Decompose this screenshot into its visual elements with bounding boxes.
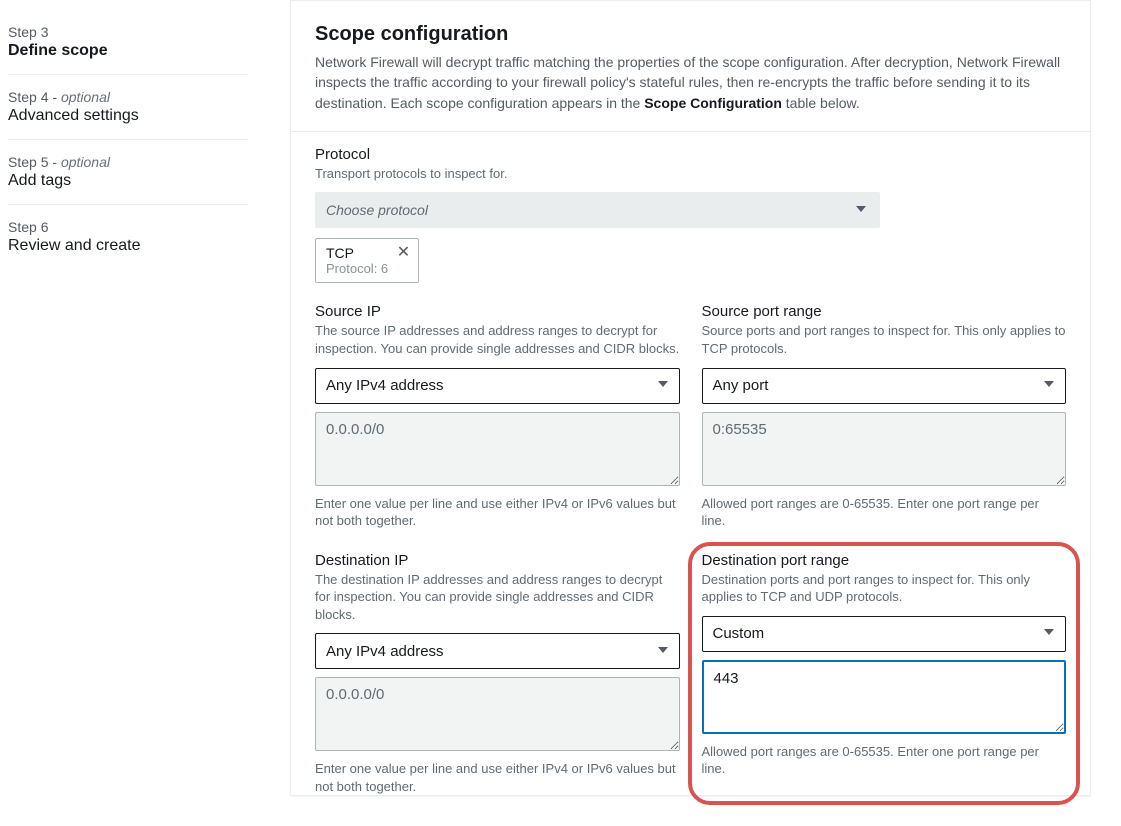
protocol-placeholder: Choose protocol <box>326 202 428 218</box>
step-title: Review and create <box>8 237 248 255</box>
protocol-tag-title: TCP <box>326 245 388 261</box>
main-content: Scope configuration Network Firewall wil… <box>270 0 1121 826</box>
scope-configuration-panel: Scope configuration Network Firewall wil… <box>290 0 1091 796</box>
step-header: Step 6 <box>8 219 248 235</box>
source-ip-textarea[interactable] <box>315 412 680 486</box>
destination-port-label: Destination port range <box>702 552 1067 569</box>
source-ip-field: Source IP The source IP addresses and ad… <box>315 303 680 529</box>
destination-ip-dropdown[interactable]: Any IPv4 address <box>315 633 680 669</box>
step-5[interactable]: Step 5 - optional Add tags <box>8 154 248 205</box>
step-3[interactable]: Step 3 Define scope <box>8 24 248 75</box>
step-title: Define scope <box>8 42 248 60</box>
panel-header: Scope configuration Network Firewall wil… <box>291 1 1090 132</box>
destination-ip-selected: Any IPv4 address <box>326 643 444 660</box>
chevron-down-icon <box>657 377 669 394</box>
source-port-label: Source port range <box>702 303 1067 320</box>
source-ip-dropdown[interactable]: Any IPv4 address <box>315 368 680 404</box>
destination-port-dropdown[interactable]: Custom <box>702 616 1067 652</box>
destination-ip-field: Destination IP The destination IP addres… <box>315 552 680 796</box>
step-4[interactable]: Step 4 - optional Advanced settings <box>8 89 248 140</box>
chevron-down-icon <box>855 202 867 218</box>
source-ip-note: Enter one value per line and use either … <box>315 495 680 530</box>
destination-port-selected: Custom <box>713 625 765 642</box>
protocol-dropdown[interactable]: Choose protocol <box>315 192 880 228</box>
step-header: Step 4 - optional <box>8 89 248 105</box>
step-header: Step 3 <box>8 24 248 40</box>
destination-ip-note: Enter one value per line and use either … <box>315 760 680 795</box>
panel-title: Scope configuration <box>315 23 1066 46</box>
protocol-help: Transport protocols to inspect for. <box>315 165 1066 183</box>
destination-ip-textarea[interactable] <box>315 677 680 751</box>
source-ip-label: Source IP <box>315 303 680 320</box>
destination-port-textarea[interactable] <box>702 660 1067 734</box>
destination-ip-help: The destination IP addresses and address… <box>315 571 680 624</box>
optional-label: optional <box>61 154 110 170</box>
protocol-tag-sub: Protocol: 6 <box>326 261 388 276</box>
source-port-help: Source ports and port ranges to inspect … <box>702 322 1067 357</box>
optional-label: optional <box>61 89 110 105</box>
source-ip-help: The source IP addresses and address rang… <box>315 322 680 357</box>
panel-description: Network Firewall will decrypt traffic ma… <box>315 52 1066 113</box>
protocol-label: Protocol <box>315 146 1066 163</box>
source-port-note: Allowed port ranges are 0-65535. Enter o… <box>702 495 1067 530</box>
chevron-down-icon <box>1043 377 1055 394</box>
step-title: Advanced settings <box>8 107 248 125</box>
protocol-tag-tcp: TCP Protocol: 6 ✕ <box>315 238 419 283</box>
wizard-sidebar: Step 3 Define scope Step 4 - optional Ad… <box>0 0 270 826</box>
destination-port-note: Allowed port ranges are 0-65535. Enter o… <box>702 743 1067 778</box>
destination-ip-label: Destination IP <box>315 552 680 569</box>
remove-tag-icon[interactable]: ✕ <box>397 245 410 261</box>
chevron-down-icon <box>1043 625 1055 642</box>
destination-port-help: Destination ports and port ranges to ins… <box>702 571 1067 606</box>
source-port-field: Source port range Source ports and port … <box>702 303 1067 529</box>
source-port-textarea[interactable] <box>702 412 1067 486</box>
source-ip-selected: Any IPv4 address <box>326 377 444 394</box>
step-title: Add tags <box>8 172 248 190</box>
step-6[interactable]: Step 6 Review and create <box>8 219 248 269</box>
source-port-dropdown[interactable]: Any port <box>702 368 1067 404</box>
step-number: Step 4 <box>8 89 48 105</box>
step-number: Step 5 <box>8 154 48 170</box>
protocol-field: Protocol Transport protocols to inspect … <box>315 146 1066 284</box>
chevron-down-icon <box>657 643 669 660</box>
source-port-selected: Any port <box>713 377 769 394</box>
destination-port-field: Destination port range Destination ports… <box>702 552 1067 796</box>
step-header: Step 5 - optional <box>8 154 248 170</box>
